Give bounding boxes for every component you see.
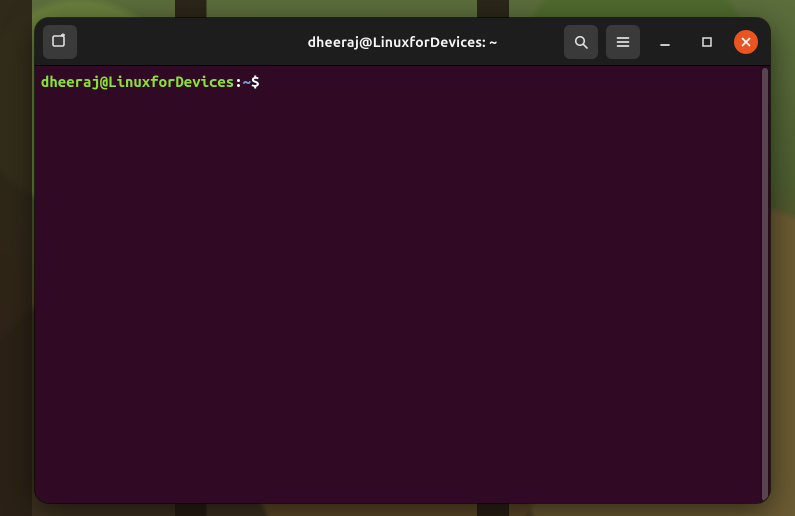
close-button[interactable]: [734, 30, 758, 54]
prompt-path: ~: [243, 73, 251, 90]
close-icon: [740, 36, 752, 48]
minimize-icon: [658, 35, 672, 49]
maximize-icon: [700, 35, 714, 49]
new-tab-button[interactable]: [43, 25, 77, 59]
desktop-wallpaper: dheeraj@LinuxforDevices: ~: [0, 0, 795, 516]
hamburger-icon: [615, 34, 631, 50]
search-button[interactable]: [564, 25, 598, 59]
terminal-window: dheeraj@LinuxforDevices: ~: [35, 18, 770, 503]
prompt-colon: :: [234, 73, 242, 90]
new-tab-icon: [51, 33, 69, 51]
search-icon: [573, 34, 589, 50]
menu-button[interactable]: [606, 25, 640, 59]
titlebar[interactable]: dheeraj@LinuxforDevices: ~: [35, 18, 770, 66]
prompt-symbol: $: [251, 73, 259, 90]
terminal-content[interactable]: dheeraj@LinuxforDevices:~$: [35, 66, 760, 503]
prompt-user-host: dheeraj@LinuxforDevices: [41, 73, 234, 90]
minimize-button[interactable]: [648, 25, 682, 59]
maximize-button[interactable]: [690, 25, 724, 59]
terminal-body[interactable]: dheeraj@LinuxforDevices:~$: [35, 66, 770, 503]
scrollbar-thumb[interactable]: [762, 68, 768, 501]
scrollbar[interactable]: [760, 66, 770, 503]
